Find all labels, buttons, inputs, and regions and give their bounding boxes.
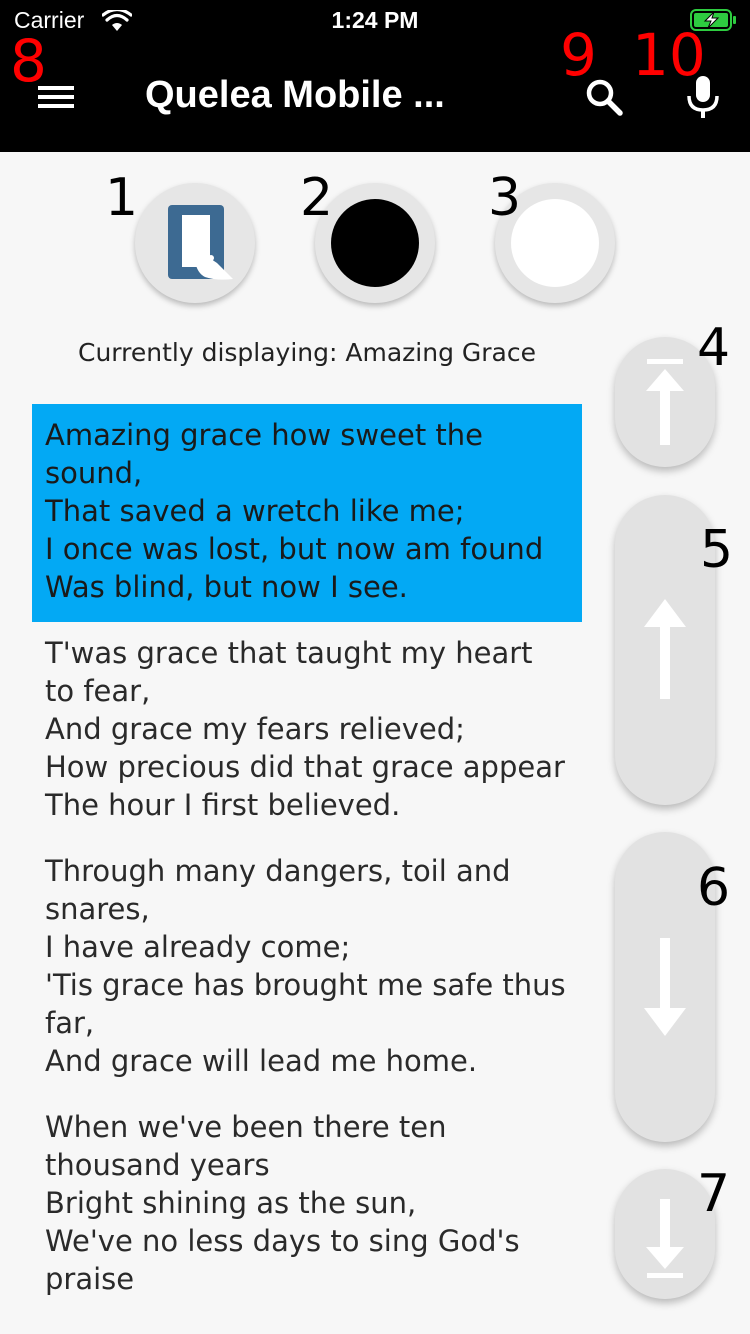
white-circle-icon — [511, 199, 599, 287]
verse-item-selected[interactable]: Amazing grace how sweet the sound, That … — [32, 404, 582, 622]
annotation-6: 6 — [697, 858, 731, 918]
annotation-3: 3 — [488, 168, 522, 228]
logo-mode-button[interactable] — [135, 183, 255, 303]
verse-item[interactable]: T'was grace that taught my heart to fear… — [32, 622, 582, 840]
annotation-10: 10 — [632, 21, 706, 89]
annotation-7: 7 — [697, 1164, 731, 1224]
quelea-logo-icon — [168, 205, 233, 280]
app-title: Quelea Mobile ... — [145, 74, 445, 116]
black-circle-icon — [331, 199, 419, 287]
annotation-9: 9 — [560, 21, 597, 89]
lyrics-list[interactable]: Amazing grace how sweet the sound, That … — [32, 404, 582, 1304]
verse-item[interactable]: Through many dangers, toil and snares, I… — [32, 840, 582, 1096]
currently-displaying-label: Currently displaying: Amazing Grace — [78, 338, 536, 367]
annotation-5: 5 — [700, 520, 734, 580]
annotation-1: 1 — [105, 168, 139, 228]
annotation-8: 8 — [10, 27, 47, 95]
annotation-2: 2 — [300, 168, 334, 228]
verse-item[interactable]: When we've been there ten thousand years… — [32, 1096, 582, 1304]
annotation-4: 4 — [697, 318, 731, 378]
